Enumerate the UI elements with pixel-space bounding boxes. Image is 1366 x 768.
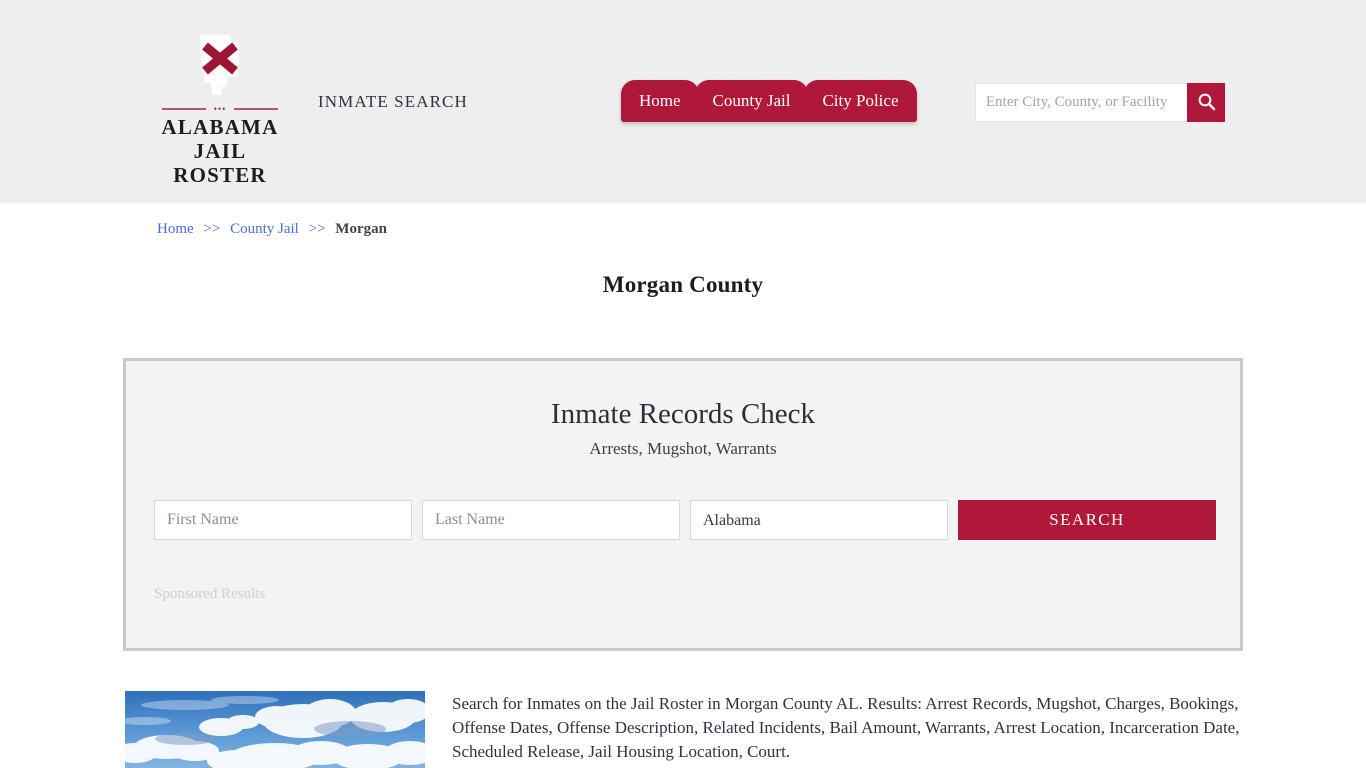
- panel-subtitle: Arrests, Mugshot, Warrants: [589, 438, 777, 458]
- site-logo[interactable]: ••• ALABAMA JAIL ROSTER: [155, 33, 285, 188]
- site-tagline: INMATE SEARCH: [318, 92, 468, 111]
- last-name-input[interactable]: [422, 500, 680, 540]
- site-header: ••• ALABAMA JAIL ROSTER INMATE SEARCH Ho…: [0, 0, 1366, 203]
- first-name-input[interactable]: [154, 500, 412, 540]
- header-search-button[interactable]: [1187, 83, 1225, 122]
- breadcrumb-item-county-jail[interactable]: County Jail: [230, 221, 299, 237]
- nav-item-county-jail[interactable]: County Jail: [694, 80, 809, 122]
- inmate-search-submit-button[interactable]: SEARCH: [958, 500, 1216, 540]
- logo-divider: •••: [160, 104, 280, 114]
- page-title: Morgan County: [602, 272, 764, 297]
- search-icon: [1197, 92, 1216, 114]
- header-search-form: [975, 83, 1225, 122]
- inmate-records-panel: Inmate Records Check Arrests, Mugshot, W…: [123, 358, 1243, 651]
- logo-word-alabama: ALABAMA: [161, 115, 279, 139]
- inmate-search-form: Alabama SEARCH: [154, 500, 1216, 540]
- clouds-sky-photo: [125, 691, 425, 768]
- header-inner: ••• ALABAMA JAIL ROSTER INMATE SEARCH Ho…: [123, 0, 1243, 203]
- alabama-state-cross-icon: [192, 33, 248, 101]
- page-description: Search for Inmates on the Jail Roster in…: [452, 694, 1240, 762]
- sponsored-results-label: Sponsored Results: [154, 586, 266, 602]
- breadcrumb-item-current: Morgan: [335, 221, 387, 237]
- breadcrumb: Home >> County Jail >> Morgan: [157, 221, 387, 238]
- nav-item-city-police[interactable]: City Police: [804, 80, 917, 122]
- header-search-input[interactable]: [975, 83, 1187, 122]
- breadcrumb-separator: >>: [308, 221, 326, 237]
- state-select[interactable]: Alabama: [690, 500, 948, 540]
- panel-title: Inmate Records Check: [550, 398, 816, 430]
- logo-word-jail-roster: JAIL ROSTER: [173, 138, 267, 187]
- breadcrumb-item-home[interactable]: Home: [157, 221, 194, 237]
- nav-item-home[interactable]: Home: [621, 80, 699, 122]
- breadcrumb-separator: >>: [203, 221, 221, 237]
- main-navigation: Home County Jail City Police: [621, 80, 917, 122]
